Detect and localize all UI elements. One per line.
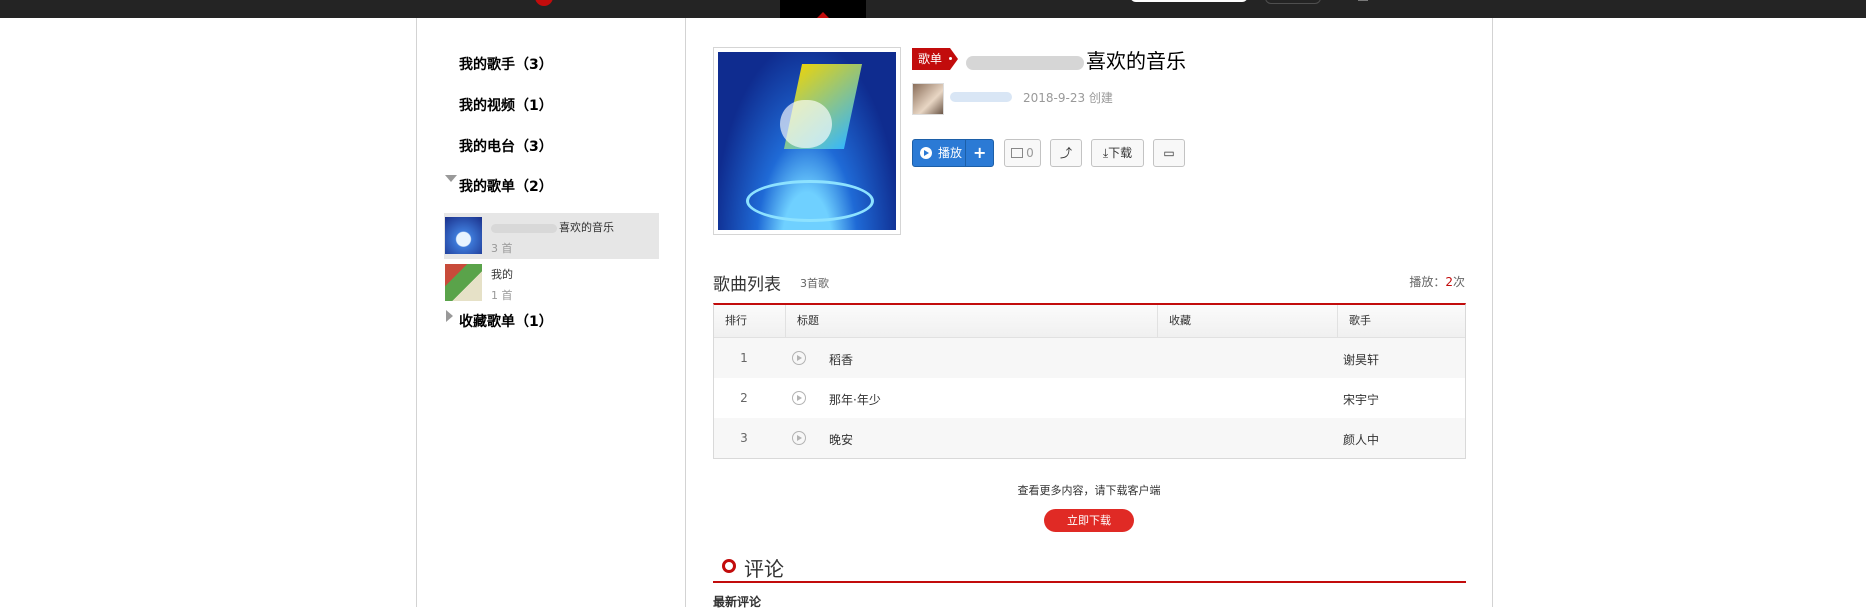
share-button[interactable]: ⤴	[1050, 139, 1082, 167]
playlist-tag: 歌单	[912, 48, 958, 70]
play-count: 播放：2次	[1409, 275, 1465, 289]
user-menu-icon[interactable]	[1358, 0, 1368, 1]
comments-title: 评论	[744, 557, 784, 581]
page-title: 喜欢的音乐	[966, 48, 1186, 74]
playlist-count: 3 首	[491, 242, 513, 255]
collapse-arrow-icon[interactable]	[445, 175, 457, 182]
sidebar-collected-playlists[interactable]: 收藏歌单（1）	[459, 311, 553, 331]
playlist-thumbnail	[445, 217, 482, 254]
playlist-name: 我的	[491, 268, 513, 281]
column-artist: 歌手	[1337, 305, 1466, 337]
song-artist[interactable]: 宋宇宁	[1343, 391, 1379, 408]
section-ring-icon	[722, 559, 736, 573]
sidebar-my-radios[interactable]: 我的电台（3）	[459, 136, 553, 156]
download-now-button[interactable]: 立即下载	[1044, 509, 1134, 532]
song-rank: 2	[740, 391, 748, 405]
playlist-count: 1 首	[491, 289, 513, 302]
playlist-name: 喜欢的音乐	[559, 221, 614, 234]
play-icon	[920, 147, 932, 159]
favorite-icon	[1011, 148, 1024, 158]
table-header: 排行 标题 收藏 歌手	[714, 305, 1465, 338]
table-row[interactable]: 3 晚安 颜人中	[714, 418, 1465, 458]
favorite-button[interactable]: 0	[1004, 139, 1041, 167]
column-title: 标题	[785, 305, 1157, 337]
song-title[interactable]: 稻香	[829, 351, 853, 368]
nav-tab-my-music[interactable]	[780, 0, 866, 18]
song-rank: 1	[740, 351, 748, 365]
cover-image	[718, 52, 896, 230]
avatar[interactable]	[912, 83, 944, 115]
creator-name-link[interactable]	[950, 92, 1012, 102]
more-content-tip: 查看更多内容，请下载客户端	[1017, 484, 1161, 497]
play-icon[interactable]	[792, 351, 806, 365]
sidebar-my-artists[interactable]: 我的歌手（3）	[459, 54, 553, 74]
play-icon[interactable]	[792, 391, 806, 405]
playlist-cover	[713, 47, 901, 235]
column-collect: 收藏	[1157, 305, 1337, 337]
play-button[interactable]: 播放 +	[912, 139, 994, 167]
logo-icon[interactable]	[535, 0, 553, 6]
sidebar-playlist-item[interactable]: 我的 1 首	[444, 260, 659, 306]
play-icon[interactable]	[792, 431, 806, 445]
song-rank: 3	[740, 431, 748, 445]
created-date: 2018-9-23 创建	[1023, 91, 1113, 105]
song-title[interactable]: 晚安	[829, 431, 853, 448]
song-artist[interactable]: 颜人中	[1343, 431, 1379, 448]
download-button[interactable]: ⤓下载	[1091, 139, 1144, 167]
song-count: 3首歌	[800, 277, 829, 290]
song-title[interactable]: 那年·年少	[829, 391, 881, 408]
redacted-username	[491, 223, 557, 233]
comment-button[interactable]: ▭	[1153, 139, 1185, 167]
sidebar-playlist-item[interactable]: 喜欢的音乐 3 首	[444, 213, 659, 259]
main-panel: 歌单 喜欢的音乐 2018-9-23 创建 播放 + 0 ⤴ ⤓下载 ▭ 歌曲列…	[686, 18, 1492, 609]
song-list-title: 歌曲列表	[713, 275, 781, 295]
playlist-thumbnail	[445, 264, 482, 301]
top-nav-bar	[0, 0, 1866, 18]
column-rank: 排行	[725, 314, 747, 327]
sidebar-my-videos[interactable]: 我的视频（1）	[459, 95, 553, 115]
add-icon[interactable]: +	[973, 140, 986, 166]
comment-icon: ▭	[1163, 146, 1175, 160]
share-icon: ⤴	[1059, 146, 1072, 160]
search-input[interactable]	[1130, 0, 1248, 2]
table-row[interactable]: 1 稻香 谢昊轩	[714, 338, 1465, 378]
song-artist[interactable]: 谢昊轩	[1343, 351, 1379, 368]
table-row[interactable]: 2 那年·年少 宋宇宁	[714, 378, 1465, 418]
creator-center-button[interactable]	[1265, 0, 1321, 4]
comments-header: 评论	[713, 537, 1466, 583]
sidebar-my-playlists[interactable]: 我的歌单（2）	[459, 176, 553, 196]
page-content: 我的歌手（3） 我的视频（1） 我的电台（3） 我的歌单（2） 喜欢的音乐 3 …	[416, 18, 1493, 609]
song-table: 排行 标题 收藏 歌手 1 稻香 谢昊轩 2 那年·年少 宋宇宁 3 晚安 颜人…	[713, 303, 1466, 459]
latest-comments-title: 最新评论	[713, 595, 762, 609]
sidebar: 我的歌手（3） 我的视频（1） 我的电台（3） 我的歌单（2） 喜欢的音乐 3 …	[417, 18, 686, 607]
expand-arrow-icon[interactable]	[446, 310, 453, 322]
redacted-username	[966, 55, 1084, 70]
